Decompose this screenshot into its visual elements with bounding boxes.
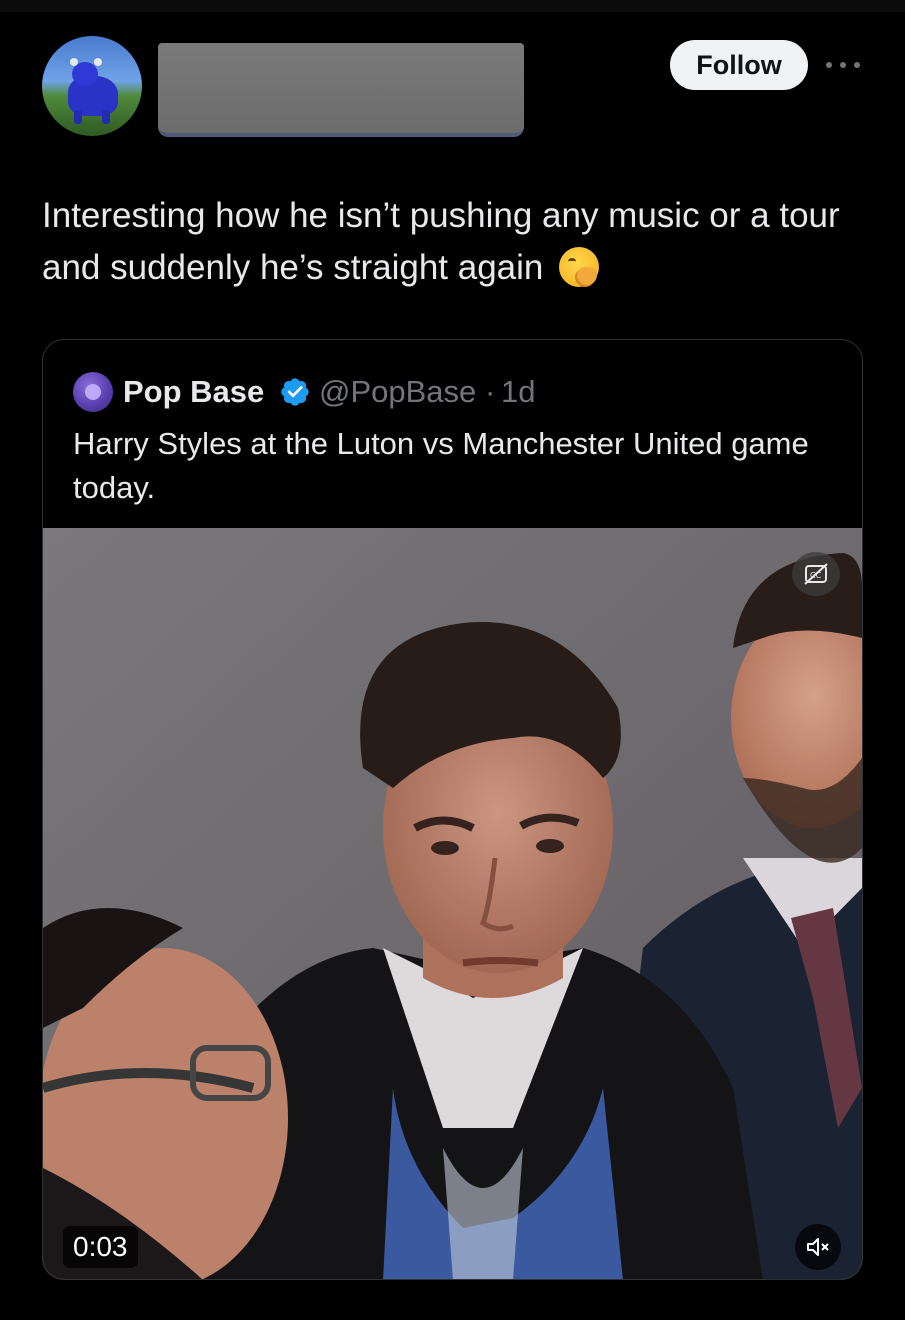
face-with-hand-over-mouth-emoji-icon bbox=[559, 247, 600, 287]
captions-off-icon[interactable]: CC bbox=[792, 552, 840, 596]
video-player[interactable]: CC 0:03 bbox=[43, 528, 862, 1279]
quoted-timestamp[interactable]: 1d bbox=[501, 372, 535, 412]
captions-glyph: CC bbox=[804, 563, 828, 585]
redacted-author-name bbox=[158, 43, 524, 137]
avatar-horn-left bbox=[70, 58, 78, 66]
speaker-glyph bbox=[807, 1238, 829, 1256]
avatar-bull-head bbox=[72, 62, 98, 86]
quoted-author-handle[interactable]: @PopBase bbox=[319, 372, 476, 412]
verified-badge-icon bbox=[281, 378, 309, 406]
avatar-leg bbox=[74, 110, 82, 124]
more-options-icon[interactable] bbox=[826, 54, 860, 76]
more-dot bbox=[826, 62, 832, 68]
quoted-author-name[interactable]: Pop Base bbox=[123, 372, 264, 412]
separator-dot: · bbox=[485, 374, 496, 409]
quoted-tweet-card[interactable]: Pop Base @PopBase · 1d Harry Styles at t… bbox=[42, 339, 863, 1280]
top-strip bbox=[0, 0, 905, 12]
avatar-logo-icon bbox=[85, 384, 101, 400]
tweet-body: Interesting how he isn’t pushing any mus… bbox=[42, 190, 862, 294]
follow-button[interactable]: Follow bbox=[670, 40, 808, 90]
tweet-text: Interesting how he isn’t pushing any mus… bbox=[42, 196, 840, 287]
quoted-tweet-text: Harry Styles at the Luton vs Manchester … bbox=[73, 426, 809, 505]
more-dot bbox=[840, 62, 846, 68]
avatar-leg bbox=[102, 110, 110, 124]
more-dot bbox=[854, 62, 860, 68]
volume-muted-icon[interactable] bbox=[795, 1224, 841, 1270]
author-avatar[interactable] bbox=[42, 36, 142, 136]
quoted-author-avatar[interactable] bbox=[73, 372, 113, 412]
tweet-page: Follow Interesting how he isn’t pushing … bbox=[0, 0, 905, 1320]
video-frame bbox=[43, 528, 862, 1279]
avatar-horn-right bbox=[94, 58, 102, 66]
video-timestamp: 0:03 bbox=[63, 1226, 138, 1268]
